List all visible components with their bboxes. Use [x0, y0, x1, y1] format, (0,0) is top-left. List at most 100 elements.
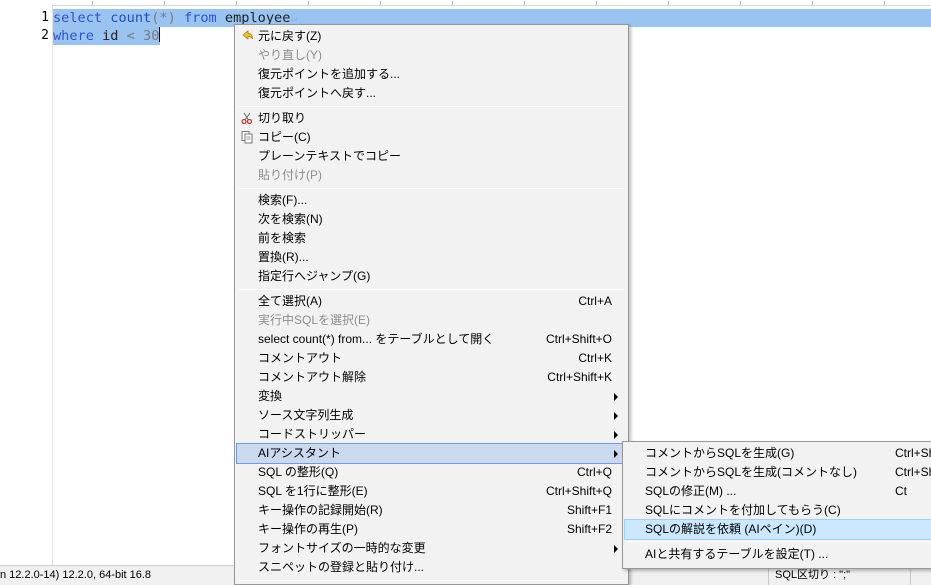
menu-item-find-next[interactable]: 次を検索(N) — [237, 210, 626, 229]
menu-item-cut[interactable]: 切り取り — [237, 109, 626, 128]
menu-item-label: 次を検索(N) — [258, 212, 323, 226]
submenu-arrow-icon — [614, 393, 618, 401]
menu-item-label: コメントからSQLを生成(G) — [645, 446, 795, 460]
menu-item-copy[interactable]: コピー(C) — [237, 128, 626, 147]
line-number: 2 — [41, 28, 49, 43]
menu-item-label: 変換 — [258, 389, 283, 403]
menu-item-label: フォントサイズの一時的な変更 — [258, 541, 426, 555]
column-id: id — [102, 28, 119, 44]
submenu-item-generate-sql-no-comment[interactable]: コメントからSQLを生成(コメントなし) Ctrl+Sh — [625, 463, 931, 482]
line-number-gutter: 1 2 — [0, 6, 52, 565]
menu-item-replace[interactable]: 置換(R)... — [237, 248, 626, 267]
menu-item-redo[interactable]: やり直し(Y) — [237, 46, 626, 65]
keyword-from: from — [183, 10, 217, 26]
submenu-item-fix-sql[interactable]: SQLの修正(M) ... Ct — [625, 482, 931, 501]
keyword-where: where — [53, 28, 94, 44]
menu-item-label: 切り取り — [258, 111, 307, 125]
menu-item-label: コードストリッパー — [258, 427, 367, 441]
menu-item-undo[interactable]: 元に戻す(Z) — [237, 27, 626, 46]
menu-item-label: キー操作の再生(P) — [258, 522, 358, 536]
menu-item-uncomment[interactable]: コメントアウト解除 Ctrl+Shift+K — [237, 368, 626, 387]
code-line-2[interactable]: where id < 30 — [53, 27, 161, 45]
menu-item-snippets[interactable]: スニペットの登録と貼り付け... — [237, 558, 626, 577]
menu-item-start-key-recording[interactable]: キー操作の記録開始(R) Shift+F1 — [237, 501, 626, 520]
menu-item-label: 全て選択(A) — [258, 294, 322, 308]
menu-item-open-as-table[interactable]: select count(*) from... をテーブルとして開く Ctrl+… — [237, 330, 626, 349]
scissors-icon — [241, 112, 253, 125]
menu-item-find[interactable]: 検索(F)... — [237, 191, 626, 210]
menu-item-label: 検索(F)... — [258, 193, 308, 207]
menu-separator — [239, 289, 624, 290]
menu-item-generate-source-string[interactable]: ソース文字列生成 — [237, 406, 626, 425]
menu-item-format-sql[interactable]: SQL の整形(Q) Ctrl+Q — [237, 463, 626, 482]
menu-item-label: SQL を1行に整形(E) — [258, 484, 368, 498]
menu-item-label: 前を検索 — [258, 231, 307, 245]
menu-item-label: プレーンテキストでコピー — [258, 149, 402, 163]
menu-item-temporary-font-size[interactable]: フォントサイズの一時的な変更 — [237, 539, 626, 558]
menu-item-shortcut: Ctrl+Sh — [895, 446, 931, 460]
menu-item-shortcut: Shift+F2 — [566, 522, 612, 536]
submenu-item-generate-sql-from-comment[interactable]: コメントからSQLを生成(G) Ctrl+Sh — [625, 444, 931, 463]
menu-item-label: 復元ポイントを追加する... — [258, 67, 401, 81]
submenu-arrow-icon — [614, 431, 618, 439]
menu-item-comment-out[interactable]: コメントアウト Ctrl+K — [237, 349, 626, 368]
menu-item-label: 元に戻す(Z) — [258, 29, 322, 43]
menu-item-shortcut: Ctrl+A — [578, 294, 612, 308]
menu-item-label: AIと共有するテーブルを設定(T) ... — [645, 547, 829, 561]
menu-item-label: 貼り付け(P) — [258, 168, 322, 182]
menu-item-select-all[interactable]: 全て選択(A) Ctrl+A — [237, 292, 626, 311]
menu-item-code-stripper[interactable]: コードストリッパー — [237, 425, 626, 444]
menu-item-goto-line[interactable]: 指定行へジャンプ(G) — [237, 267, 626, 286]
menu-item-shortcut: Ctrl+Sh — [895, 465, 931, 479]
copy-icon — [241, 131, 253, 144]
menu-item-label: SQL の整形(Q) — [258, 465, 339, 479]
function-count: count — [110, 10, 152, 26]
gutter-divider — [52, 6, 53, 565]
menu-item-paste[interactable]: 貼り付け(P) — [237, 166, 626, 185]
menu-item-shortcut: Ct — [895, 484, 907, 498]
menu-item-label: 置換(R)... — [258, 250, 309, 264]
menu-item-label: コメントアウト — [258, 351, 343, 365]
menu-separator — [239, 580, 624, 581]
menu-item-shortcut: Ctrl+Shift+O — [545, 332, 612, 346]
menu-item-find-previous[interactable]: 前を検索 — [237, 229, 626, 248]
menu-item-convert[interactable]: 変換 — [237, 387, 626, 406]
number-literal: 30 — [143, 28, 160, 44]
text-caret — [159, 27, 161, 42]
menu-separator — [239, 106, 624, 107]
menu-item-label: スニペットの登録と貼り付け... — [258, 560, 425, 574]
menu-item-label: select count(*) from... をテーブルとして開く — [258, 332, 495, 346]
menu-item-select-running-sql[interactable]: 実行中SQLを選択(E) — [237, 311, 626, 330]
menu-item-label: キー操作の記録開始(R) — [258, 503, 383, 517]
menu-item-ai-assistant[interactable]: AIアシスタント — [236, 443, 627, 464]
menu-separator — [239, 188, 624, 189]
menu-item-label: コメントアウト解除 — [258, 370, 367, 384]
submenu-item-shared-tables[interactable]: AIと共有するテーブルを設定(T) ... — [625, 545, 931, 564]
menu-item-label: SQLにコメントを付加してもらう(C) — [645, 503, 841, 517]
menu-item-play-key-recording[interactable]: キー操作の再生(P) Shift+F2 — [237, 520, 626, 539]
menu-item-add-restore-point[interactable]: 復元ポイントを追加する... — [237, 65, 626, 84]
submenu-arrow-icon — [614, 450, 618, 458]
menu-item-label: 指定行へジャンプ(G) — [258, 269, 371, 283]
menu-item-shortcut: Ctrl+Shift+Q — [545, 484, 612, 498]
submenu-item-add-comments[interactable]: SQLにコメントを付加してもらう(C) — [625, 501, 931, 520]
menu-item-label: SQLの修正(M) ... — [645, 484, 737, 498]
submenu-arrow-icon — [614, 412, 618, 420]
menu-item-label: SQLの解説を依頼 (AIペイン)(D) — [645, 522, 817, 536]
menu-item-label: やり直し(Y) — [258, 48, 322, 62]
undo-icon — [242, 30, 253, 40]
menu-item-label: コピー(C) — [258, 130, 311, 144]
menu-item-label: AIアシスタント — [258, 446, 341, 460]
menu-item-shortcut: Ctrl+Shift+K — [547, 370, 612, 384]
column-ruler — [52, 0, 931, 6]
menu-item-format-sql-one-line[interactable]: SQL を1行に整形(E) Ctrl+Shift+Q — [237, 482, 626, 501]
menu-separator — [627, 541, 931, 542]
submenu-item-explain-sql[interactable]: SQLの解説を依頼 (AIペイン)(D) — [624, 519, 931, 540]
menu-item-revert-restore-point[interactable]: 復元ポイントへ戻す... — [237, 84, 626, 103]
menu-item-copy-plain-text[interactable]: プレーンテキストでコピー — [237, 147, 626, 166]
keyword-select: select — [53, 10, 103, 26]
menu-item-label: コメントからSQLを生成(コメントなし) — [645, 465, 858, 479]
operator-less-than: < — [126, 28, 135, 44]
editor-context-menu: 元に戻す(Z) やり直し(Y) 復元ポイントを追加する... 復元ポイントへ戻す… — [234, 24, 629, 585]
menu-item-shortcut: Ctrl+Q — [576, 465, 612, 479]
